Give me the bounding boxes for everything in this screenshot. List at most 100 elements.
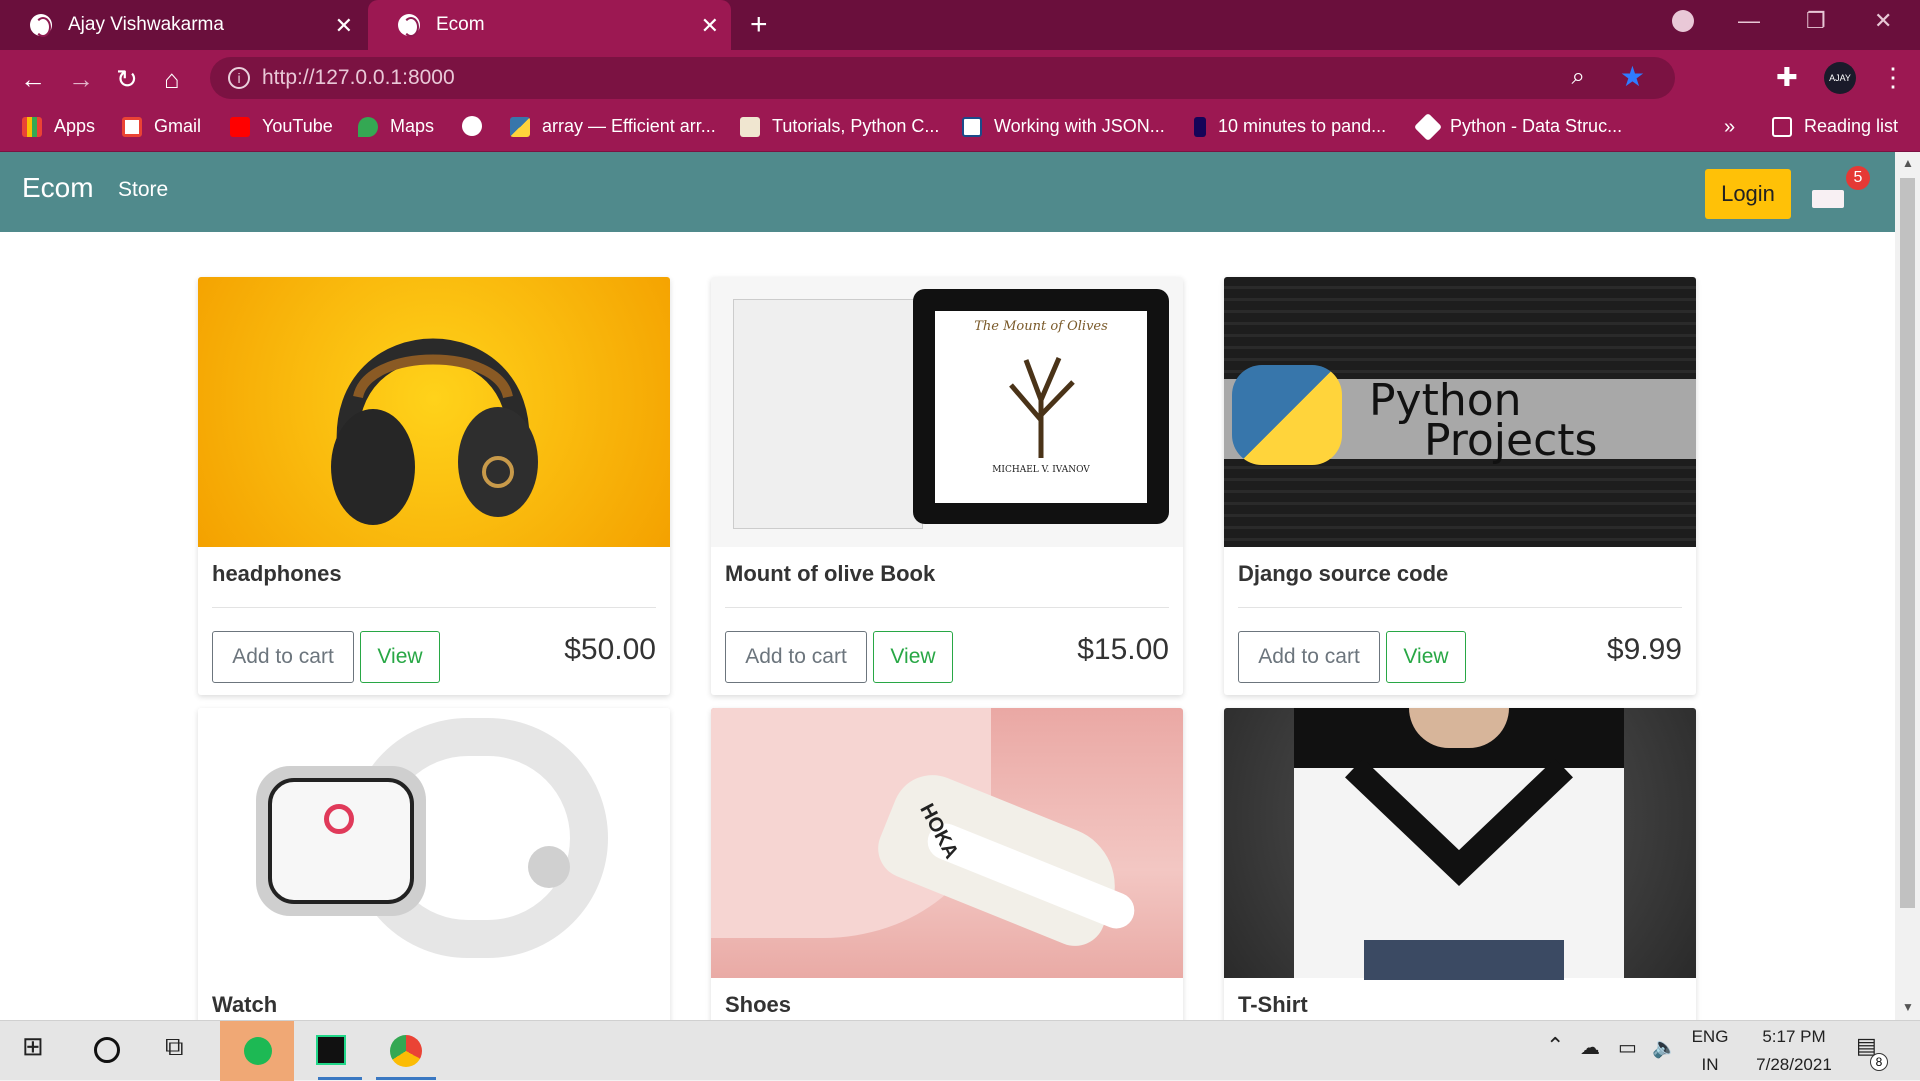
reload-icon[interactable]: ↻ [116,64,138,95]
product-card: Python Projects Django source code Add t… [1224,277,1696,695]
chrome-icon[interactable] [390,1035,422,1067]
battery-icon[interactable]: ▭ [1618,1035,1637,1060]
product-name: T-Shirt [1238,992,1308,1017]
profile-avatar[interactable]: AJAY [1824,62,1856,94]
divider [725,607,1169,608]
onedrive-error-icon[interactable]: ☁ [1580,1035,1600,1060]
close-tab-icon[interactable]: ✕ [701,13,719,39]
product-price: $15.00 [1077,633,1169,666]
band-pin [528,846,570,888]
bookmark-gmail[interactable]: Gmail [122,116,201,137]
bookmarks-overflow-icon[interactable]: » [1724,116,1735,139]
book-cover [733,299,923,529]
forward-icon[interactable]: → [68,64,94,95]
cart-icon[interactable] [1812,190,1844,208]
youtube-icon [230,116,250,137]
tab-search-icon[interactable] [1672,10,1694,32]
scroll-up-icon[interactable]: ▲ [1902,156,1914,170]
url-text[interactable]: http://127.0.0.1:8000 [262,66,455,90]
task-view-icon[interactable]: ⧉ [165,1031,184,1063]
tray-overflow-icon[interactable]: ⌃ [1546,1033,1564,1059]
product-image-tshirt[interactable] [1224,708,1696,980]
reading-list-button[interactable]: Reading list [1772,116,1898,137]
restore-icon[interactable]: ❐ [1806,8,1826,34]
python-icon [510,116,530,137]
product-name: Shoes [725,992,792,1017]
web-page: Ecom Store Login 5 headphones Add to car… [0,152,1895,1020]
banner-text-2: Projects [1424,415,1598,466]
add-to-cart-button[interactable]: Add to cart [1238,631,1380,683]
gmail-icon [122,116,142,137]
new-tab-button[interactable]: + [750,8,768,42]
product-card: The Mount of Olives MICHAEL V. IVANOV Mo… [711,277,1183,695]
bookmark-globe[interactable] [462,116,494,136]
product-name: headphones [212,561,342,586]
tab-ecom[interactable]: Ecom ✕ [368,0,731,50]
site-brand[interactable]: Ecom [22,172,94,204]
activity-ring [324,804,354,834]
view-button[interactable]: View [360,631,440,683]
bookmark-apps[interactable]: Apps [22,116,95,137]
globe-icon [462,116,482,136]
product-image-book[interactable]: The Mount of Olives MICHAEL V. IVANOV [711,277,1183,547]
page-scrollbar[interactable]: ▲ ▼ [1895,152,1920,1020]
login-button[interactable]: Login [1705,169,1791,219]
address-bar[interactable]: i http://127.0.0.1:8000 ⌕ ★ [210,57,1675,99]
bookmark-youtube[interactable]: YouTube [230,116,333,137]
scroll-thumb[interactable] [1900,178,1915,908]
volume-icon[interactable]: 🔈 [1652,1035,1677,1060]
pycharm-icon[interactable] [316,1035,346,1065]
product-image-watch[interactable] [198,708,670,978]
back-icon[interactable]: ← [20,64,46,95]
tab-ajay-vishwakarma[interactable]: Ajay Vishwakarma ✕ [0,0,365,50]
spotify-icon [244,1037,272,1065]
reading-list-icon [1772,116,1792,137]
tab-title: Ecom [436,14,485,35]
home-icon[interactable]: ⌂ [164,64,180,95]
cortana-search-icon[interactable] [94,1037,120,1063]
store-link[interactable]: Store [118,178,168,202]
product-image-headphones[interactable] [198,277,670,547]
globe-icon [398,14,420,37]
bookmark-array[interactable]: array — Efficient arr... [510,116,716,137]
add-to-cart-button[interactable]: Add to cart [725,631,867,683]
site-info-icon[interactable]: i [228,67,250,89]
product-image-shoes[interactable]: HOKA [711,708,1183,978]
notification-count-badge: 8 [1870,1053,1888,1071]
menu-kebab-icon[interactable]: ⋮ [1880,62,1906,93]
scroll-down-icon[interactable]: ▼ [1902,1000,1914,1014]
bookmark-data-struc[interactable]: Python - Data Struc... [1413,112,1622,141]
zoom-icon[interactable]: ⌕ [1572,63,1585,91]
product-price: $50.00 [564,633,656,666]
window-close-icon[interactable]: ✕ [1874,8,1892,34]
bookmark-pandas[interactable]: 10 minutes to pand... [1194,116,1386,137]
bookmarks-bar: Apps Gmail YouTube Maps array — Efficien… [0,106,1920,152]
minimize-icon[interactable]: — [1738,8,1760,34]
bookmark-json[interactable]: Working with JSON... [962,116,1165,137]
extensions-icon[interactable]: ✚ [1776,62,1798,93]
tree-illustration [1009,357,1075,458]
watch-face [268,778,414,904]
taskbar-spotify[interactable] [220,1021,294,1081]
add-to-cart-button[interactable]: Add to cart [212,631,354,683]
shirt-v-pattern [1345,758,1573,886]
input-language[interactable]: ENG IN [1690,1027,1730,1075]
product-price: $9.99 [1606,633,1682,666]
apps-grid-icon [22,116,42,137]
view-button[interactable]: View [873,631,953,683]
product-card: Watch [198,708,670,1020]
json-site-icon [962,116,982,137]
divider [212,607,656,608]
bookmark-star-icon[interactable]: ★ [1620,60,1645,93]
view-button[interactable]: View [1386,631,1466,683]
product-card: T-Shirt [1224,708,1696,1020]
close-tab-icon[interactable]: ✕ [335,13,353,39]
clock[interactable]: 5:17 PM 7/28/2021 [1744,1027,1844,1075]
product-image-code[interactable]: Python Projects [1224,277,1696,547]
divider [1238,607,1682,608]
bookmark-tutorials[interactable]: Tutorials, Python C... [740,116,939,137]
headphones-illustration [331,338,538,525]
windows-start-icon[interactable]: ⊞ [22,1031,44,1062]
browser-tab-strip: Ajay Vishwakarma ✕ Ecom ✕ + — ❐ ✕ [0,0,1920,50]
bookmark-maps[interactable]: Maps [358,116,434,137]
